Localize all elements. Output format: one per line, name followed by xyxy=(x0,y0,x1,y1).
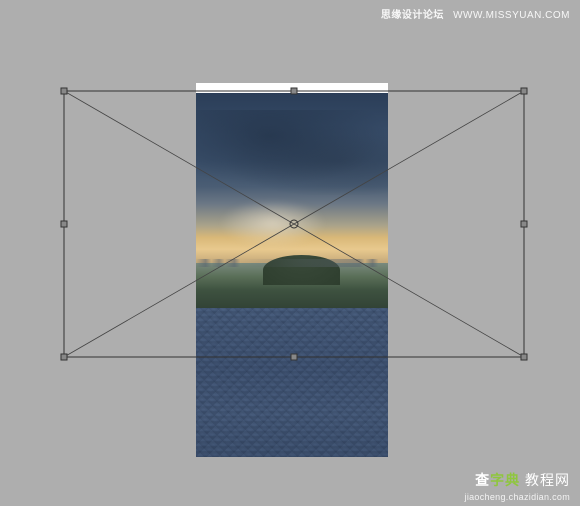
brand-cha: 查 xyxy=(475,472,490,488)
watermark-bottom-brand: 查字典 教程网 xyxy=(465,470,570,490)
transform-handle-bottom-left[interactable] xyxy=(61,354,68,361)
watermark-bottom-url: jiaocheng.chazidian.com xyxy=(465,492,570,502)
watermark-top-url: WWW.MISSYUAN.COM xyxy=(453,10,570,21)
watermark-top-cn: 思缘设计论坛 xyxy=(381,10,444,21)
transform-handle-mid-left[interactable] xyxy=(61,221,68,228)
transform-handle-bottom-mid[interactable] xyxy=(291,354,298,361)
transform-handle-top-left[interactable] xyxy=(61,88,68,95)
transform-handle-mid-right[interactable] xyxy=(521,221,528,228)
watermark-top: 思缘设计论坛 WWW.MISSYUAN.COM xyxy=(381,6,570,21)
transform-handle-top-right[interactable] xyxy=(521,88,528,95)
transform-handle-bottom-right[interactable] xyxy=(521,354,528,361)
brand-jiaocheng: 教程网 xyxy=(520,472,570,488)
free-transform-bounding-box[interactable] xyxy=(64,91,524,357)
transform-handle-center[interactable] xyxy=(290,220,299,229)
transform-handle-top-mid[interactable] xyxy=(291,88,298,95)
brand-zidian: 字典 xyxy=(490,472,520,488)
watermark-bottom: 查字典 教程网 jiaocheng.chazidian.com xyxy=(465,470,570,502)
